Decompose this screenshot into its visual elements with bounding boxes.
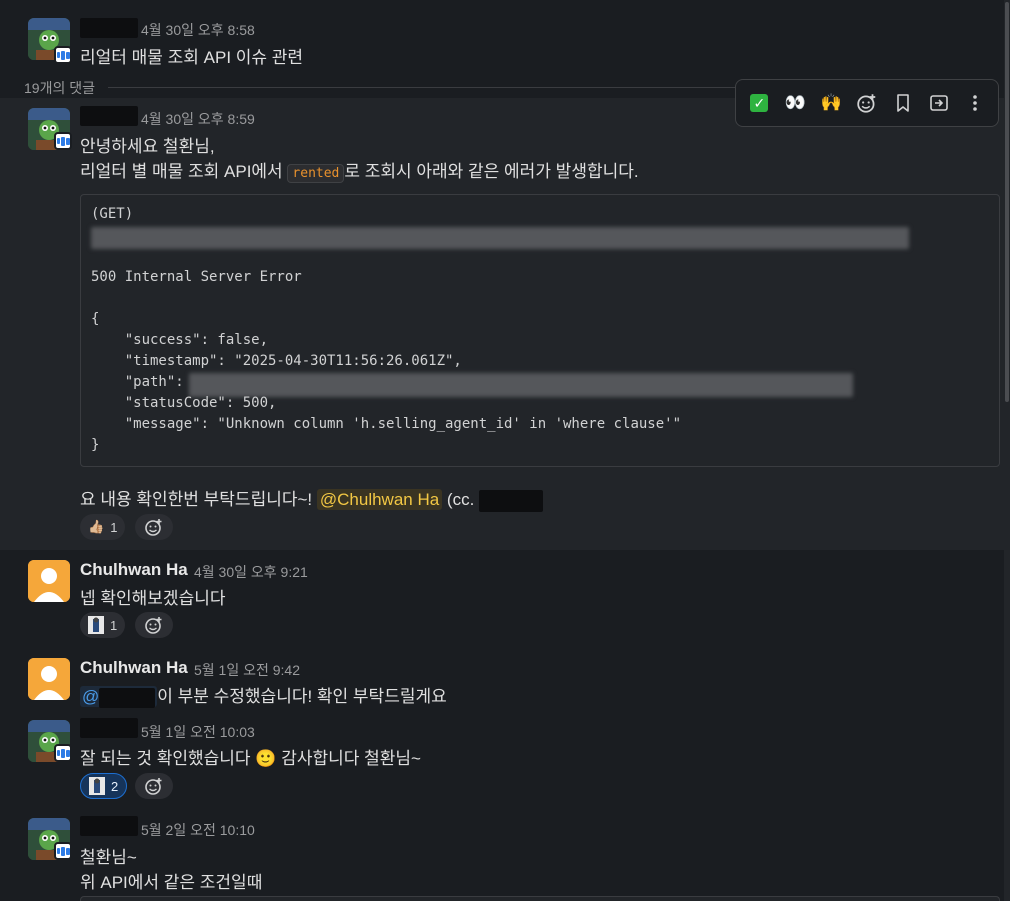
white-check-mark-reaction-button[interactable]: ✓ bbox=[742, 85, 777, 121]
eyes-icon: 👀 bbox=[784, 93, 806, 112]
redacted-path bbox=[189, 373, 853, 397]
message-reply[interactable]: Chulhwan Ha 4월 30일 오후 9:21 넵 확인해보겠습니다 1 bbox=[0, 552, 1004, 648]
reply-count-label: 19개의 댓글 bbox=[24, 80, 95, 96]
code-line: } bbox=[91, 437, 100, 453]
message-body: 이 부분 수정했습니다! 확인 부탁드릴게요 bbox=[157, 687, 447, 706]
author-name[interactable]: Chulhwan Ha bbox=[80, 658, 188, 678]
code-line: "message": "Unknown column 'h.selling_ag… bbox=[91, 416, 682, 432]
message-actions-toolbar: ✓ 👀 🙌 bbox=[735, 79, 999, 127]
raised-hands-icon: 🙌 bbox=[820, 93, 842, 112]
forward-icon bbox=[929, 95, 948, 111]
more-icon bbox=[972, 95, 977, 111]
redacted-author-name[interactable] bbox=[80, 18, 138, 38]
reaction-count: 1 bbox=[110, 617, 118, 633]
reaction-custom-active[interactable]: 2 bbox=[80, 773, 128, 799]
message-timestamp[interactable]: 4월 30일 오후 8:58 bbox=[141, 20, 255, 40]
user-mention[interactable]: @Chulhwan Ha bbox=[316, 489, 443, 510]
issue-text-before: 리얼터 별 매물 조회 API에서 bbox=[80, 162, 288, 181]
closing-text: 요 내용 확인한번 부탁드립니다~! bbox=[80, 490, 317, 509]
cc-text: (cc. bbox=[442, 490, 480, 509]
reaction-thumbs-up[interactable]: 👍🏼 1 bbox=[80, 514, 126, 540]
reaction-count: 2 bbox=[111, 778, 119, 794]
code-line: "timestamp": "2025-04-30T11:56:26.061Z", bbox=[91, 353, 462, 369]
slightly-smiling-face-icon: 🙂 bbox=[255, 749, 277, 768]
scrollbar[interactable] bbox=[1004, 0, 1010, 901]
code-line: { bbox=[91, 311, 100, 327]
reaction-custom[interactable]: 1 bbox=[80, 612, 126, 638]
message-reply[interactable]: Chulhwan Ha 5월 1일 오전 9:42 @ 이 부분 수정했습니다! … bbox=[0, 650, 1004, 712]
more-actions-button[interactable] bbox=[957, 85, 992, 121]
forward-button[interactable] bbox=[921, 85, 956, 121]
code-line: "path": bbox=[91, 374, 193, 390]
user-avatar[interactable] bbox=[28, 560, 70, 602]
bookmark-button[interactable] bbox=[885, 85, 920, 121]
thumbs-up-icon: 👍🏼 bbox=[88, 519, 105, 534]
message-text: @ 이 부분 수정했습니다! 확인 부탁드릴게요 bbox=[80, 682, 447, 708]
message-line: 철환님~ bbox=[80, 848, 137, 867]
redacted-url bbox=[91, 227, 909, 249]
bookmark-icon bbox=[897, 94, 909, 112]
user-avatar[interactable] bbox=[28, 658, 70, 700]
reply-divider bbox=[108, 87, 748, 88]
redacted-author-name[interactable] bbox=[80, 106, 138, 126]
person-emoji-icon bbox=[88, 616, 104, 634]
code-line: 500 Internal Server Error bbox=[91, 269, 302, 285]
add-reaction-button[interactable] bbox=[135, 612, 173, 638]
app-badge-icon bbox=[54, 132, 72, 150]
message-timestamp[interactable]: 5월 1일 오전 9:42 bbox=[194, 660, 300, 680]
white-check-mark-icon: ✓ bbox=[750, 94, 769, 112]
add-reaction-icon bbox=[145, 519, 162, 536]
message-timestamp[interactable]: 4월 30일 오후 8:59 bbox=[141, 109, 255, 129]
add-reaction-icon bbox=[145, 617, 162, 634]
issue-text-after: 로 조회시 아래와 같은 에러가 발생합니다. bbox=[344, 162, 639, 181]
add-reaction-button[interactable] bbox=[135, 514, 173, 540]
add-reaction-icon bbox=[145, 778, 162, 795]
message-reply[interactable]: 5월 2일 오전 10:10 철환님~ 위 API에서 같은 조건일때 bbox=[0, 810, 1004, 901]
person-emoji-icon bbox=[89, 777, 105, 795]
inline-code: rented bbox=[287, 164, 345, 183]
message-reply[interactable]: 5월 1일 오전 10:03 잘 되는 것 확인했습니다 🙂 감사합니다 철환님… bbox=[0, 712, 1004, 810]
redacted-author-name[interactable] bbox=[80, 816, 138, 836]
code-block-partial bbox=[80, 896, 1000, 901]
message-text: 넵 확인해보겠습니다 bbox=[80, 589, 226, 608]
code-line: "success": false, bbox=[91, 332, 269, 348]
message-closing-line: 요 내용 확인한번 부탁드립니다~! @Chulhwan Ha (cc. bbox=[80, 485, 544, 512]
app-badge-icon bbox=[54, 46, 72, 64]
raised-hands-reaction-button[interactable]: 🙌 bbox=[814, 85, 849, 121]
message-line-issue: 리얼터 별 매물 조회 API에서 rented 로 조회시 아래와 같은 에러가… bbox=[80, 157, 639, 183]
thread-pane: 4월 30일 오후 8:58 리얼터 매물 조회 API 이슈 관련 19개의 … bbox=[0, 0, 1004, 901]
app-badge-icon bbox=[54, 744, 72, 762]
eyes-reaction-button[interactable]: 👀 bbox=[778, 85, 813, 121]
redacted-mention[interactable] bbox=[479, 489, 544, 512]
message-root[interactable]: 4월 30일 오후 8:58 리얼터 매물 조회 API 이슈 관련 bbox=[0, 10, 1004, 70]
app-badge-icon bbox=[54, 842, 72, 860]
message-text: 잘 되는 것 확인했습니다 🙂 감사합니다 철환님~ bbox=[80, 749, 421, 768]
code-line: "statusCode": 500, bbox=[91, 395, 277, 411]
message-line: 위 API에서 같은 조건일때 bbox=[80, 873, 263, 892]
add-reaction-icon bbox=[857, 94, 876, 113]
author-name[interactable]: Chulhwan Ha bbox=[80, 560, 188, 580]
scrollbar-thumb[interactable] bbox=[1005, 2, 1009, 402]
add-reaction-button[interactable] bbox=[135, 773, 173, 799]
reaction-count: 1 bbox=[110, 519, 118, 535]
message-timestamp[interactable]: 5월 2일 오전 10:10 bbox=[141, 820, 255, 840]
message-timestamp[interactable]: 4월 30일 오후 9:21 bbox=[194, 562, 308, 582]
message-text: 리얼터 매물 조회 API 이슈 관련 bbox=[80, 48, 304, 67]
user-mention[interactable]: @ bbox=[80, 686, 158, 708]
code-block[interactable]: (GET) 500 Internal Server Error { "succe… bbox=[80, 194, 1000, 467]
message-timestamp[interactable]: 5월 1일 오전 10:03 bbox=[141, 722, 255, 742]
add-reaction-button[interactable] bbox=[850, 85, 885, 121]
code-line: (GET) bbox=[91, 206, 134, 222]
message-line-greeting: 안녕하세요 철환님, bbox=[80, 137, 215, 156]
redacted-author-name[interactable] bbox=[80, 718, 138, 738]
